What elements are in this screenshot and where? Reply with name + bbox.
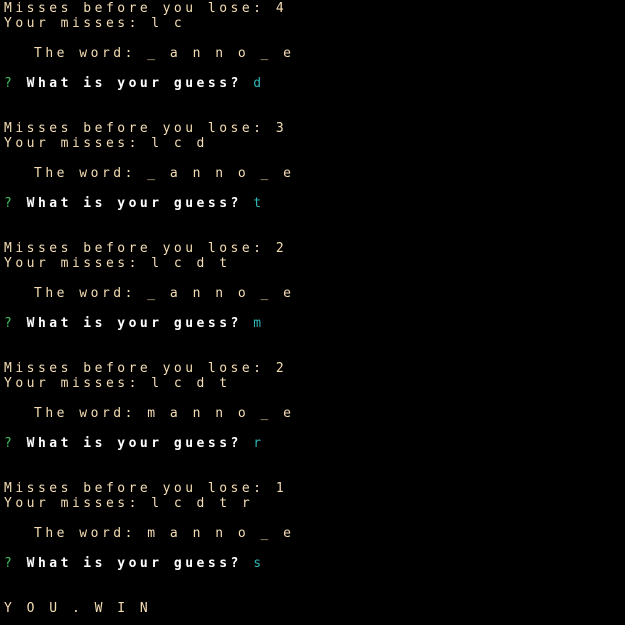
guess-prompt-line: ? What is your guess? t	[4, 196, 265, 211]
terminal-window: Misses before you lose: 4 Your misses: l…	[0, 0, 625, 625]
prompt-text: What is your guess?	[26, 316, 242, 331]
your-misses-line: Your misses: l c	[4, 16, 186, 31]
result-message: Y O U . W I N	[4, 601, 152, 616]
guess-input[interactable]: r	[253, 436, 264, 451]
guess-prompt-line: ? What is your guess? s	[4, 556, 265, 571]
word-line: The word: m a n n o _ e	[34, 526, 295, 541]
prompt-text: What is your guess?	[26, 76, 242, 91]
guess-input[interactable]: m	[253, 316, 264, 331]
guess-input[interactable]: s	[253, 556, 264, 571]
your-misses-line: Your misses: l c d t r	[4, 496, 254, 511]
your-misses-line: Your misses: l c d t	[4, 256, 231, 271]
prompt-text: What is your guess?	[26, 436, 242, 451]
word-line: The word: _ a n n o _ e	[34, 46, 295, 61]
misses-before-lose-line: Misses before you lose: 1	[4, 481, 288, 496]
prompt-mark: ?	[4, 436, 16, 451]
guess-prompt-line: ? What is your guess? d	[4, 76, 265, 91]
prompt-mark: ?	[4, 196, 16, 211]
prompt-mark: ?	[4, 316, 16, 331]
guess-input[interactable]: t	[253, 196, 264, 211]
your-misses-line: Your misses: l c d	[4, 136, 208, 151]
word-line: The word: _ a n n o _ e	[34, 286, 295, 301]
prompt-mark: ?	[4, 76, 16, 91]
guess-prompt-line: ? What is your guess? r	[4, 436, 265, 451]
prompt-mark: ?	[4, 556, 16, 571]
misses-before-lose-line: Misses before you lose: 4	[4, 1, 288, 16]
guess-prompt-line: ? What is your guess? m	[4, 316, 265, 331]
misses-before-lose-line: Misses before you lose: 3	[4, 121, 288, 136]
prompt-text: What is your guess?	[26, 196, 242, 211]
misses-before-lose-line: Misses before you lose: 2	[4, 361, 288, 376]
word-line: The word: _ a n n o _ e	[34, 166, 295, 181]
prompt-text: What is your guess?	[26, 556, 242, 571]
misses-before-lose-line: Misses before you lose: 2	[4, 241, 288, 256]
your-misses-line: Your misses: l c d t	[4, 376, 231, 391]
word-line: The word: m a n n o _ e	[34, 406, 295, 421]
guess-input[interactable]: d	[253, 76, 264, 91]
